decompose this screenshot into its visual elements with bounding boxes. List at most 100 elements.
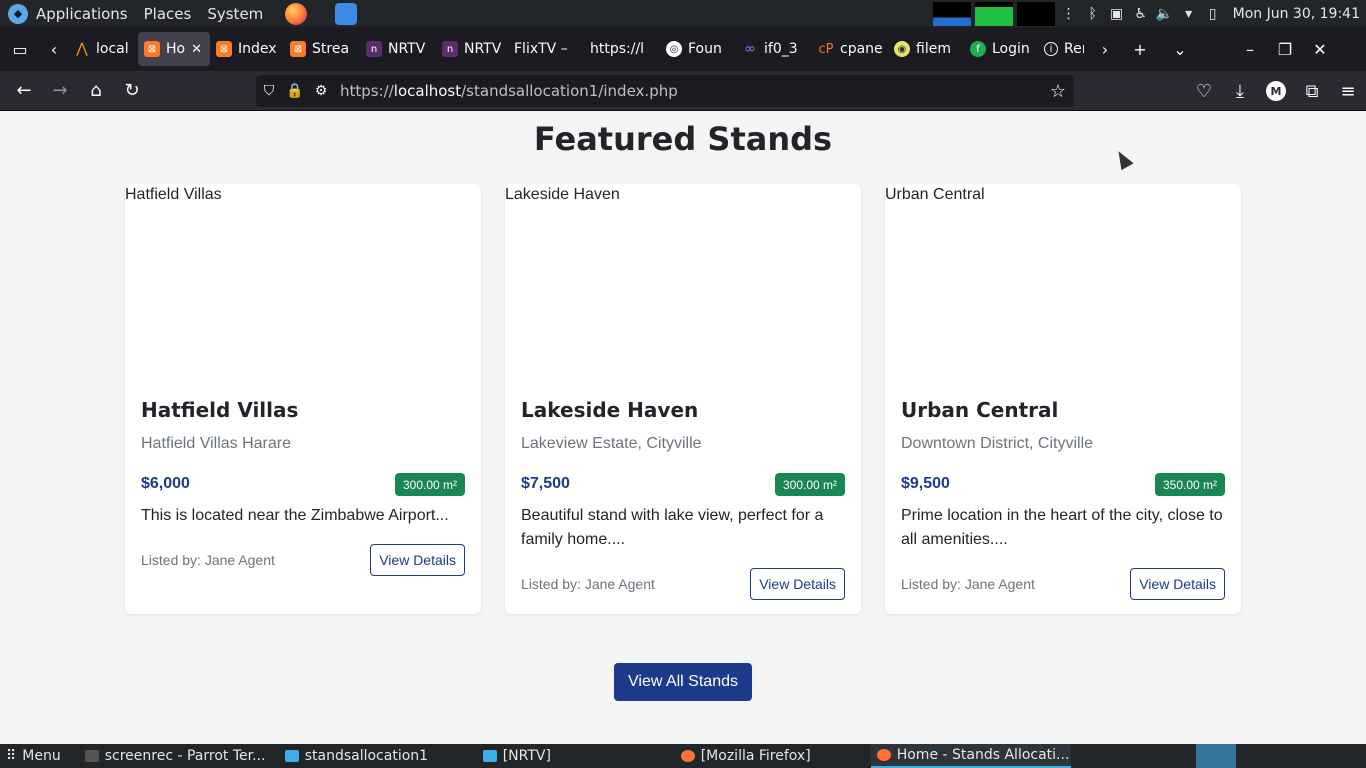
pocket-icon[interactable]: ♡	[1186, 75, 1222, 107]
permissions-icon[interactable]: ⚙	[308, 83, 334, 99]
taskbar-item-active[interactable]: Home - Stands Allocati...	[870, 744, 1071, 768]
url-prefix: https://	[340, 82, 394, 100]
terminal-icon	[84, 750, 99, 762]
tab[interactable]: ∞ if0_3	[736, 32, 812, 66]
tab[interactable]: ◎ Foun	[660, 32, 736, 66]
forward-icon[interactable]: →	[42, 75, 78, 107]
close-window-icon[interactable]: ✕	[1300, 27, 1340, 71]
browser-tab-strip: ▭ ‹ ⋀ local ⊠ Ho ✕ ⊠ Index ⊠ Strea n NRTV n NRT…	[0, 27, 1366, 71]
xampp-icon: ⊠	[216, 41, 232, 57]
firefox-launcher-icon[interactable]	[285, 2, 308, 25]
area-badge: 350.00 m²	[1154, 473, 1225, 496]
firefox-view-icon[interactable]: ▭	[0, 27, 40, 71]
xampp-icon: ⊠	[290, 41, 306, 57]
tab[interactable]: ⋀ local	[68, 32, 138, 66]
taskbar-item-label: Home - Stands Allocati...	[896, 747, 1070, 763]
listed-by: Listed by: Jane Agent	[901, 576, 1035, 592]
reload-icon[interactable]: ↻	[114, 75, 150, 107]
view-details-button[interactable]: View Details	[750, 568, 845, 600]
account-button[interactable]: M	[1258, 75, 1294, 107]
stand-image-alt: Urban Central	[885, 186, 985, 203]
cpu-graph	[932, 1, 971, 26]
battery-icon[interactable]: ▯	[1203, 4, 1223, 24]
start-menu-button[interactable]: ⠿ Menu	[0, 744, 67, 768]
tab[interactable]: ⊠ Index	[210, 32, 284, 66]
stand-image-alt: Hatfield Villas	[125, 186, 222, 203]
area-badge: 300.00 m²	[394, 473, 465, 496]
hamburger-menu-icon[interactable]: ≡	[1330, 75, 1366, 107]
taskbar-item-label: standsallocation1	[304, 748, 429, 764]
url-host: localhost	[393, 82, 462, 100]
downloads-icon[interactable]: ⤓	[1222, 75, 1258, 107]
url-bar[interactable]: ⛉ 🔒 ⚙ https://localhost/standsallocation…	[256, 75, 1074, 107]
scroll-tabs-left-icon[interactable]: ‹	[40, 27, 68, 71]
shield-icon[interactable]: ⛉	[256, 83, 282, 99]
taskbar-item-label: [Mozilla Firefox]	[700, 748, 811, 764]
taskbar-item[interactable]: standsallocation1	[279, 744, 477, 768]
menu-applications[interactable]: Applications	[28, 0, 136, 27]
taskbar-item[interactable]: [NRTV]	[477, 744, 675, 768]
taskbar-item[interactable]: screenrec - Parrot Ter...	[79, 744, 279, 768]
stand-location: Hatfield Villas Harare	[141, 435, 291, 452]
bookmark-star-icon[interactable]: ☆	[1050, 81, 1066, 102]
stand-location: Lakeview Estate, Cityville	[521, 435, 702, 452]
restore-icon[interactable]: ❐	[1270, 27, 1300, 71]
section-title: Featured Stands	[533, 120, 833, 158]
view-details-button[interactable]: View Details	[370, 544, 465, 576]
scroll-tabs-right-icon[interactable]: ›	[1090, 27, 1120, 71]
mail-launcher-icon[interactable]	[335, 2, 358, 25]
tab[interactable]: n NRTV	[436, 32, 508, 66]
stand-description: This is located near the Zimbabwe Airpor…	[141, 507, 449, 524]
network-graph	[1016, 1, 1055, 26]
list-tabs-icon[interactable]: ⌄	[1160, 27, 1200, 71]
extensions-icon[interactable]: ⧉	[1294, 75, 1330, 107]
view-all-stands-button[interactable]: View All Stands	[614, 663, 752, 701]
wifi-icon[interactable]: ▾	[1179, 4, 1199, 24]
stand-title: Hatfield Villas	[141, 398, 299, 422]
folder-icon	[284, 750, 299, 762]
close-tab-icon[interactable]: ✕	[191, 42, 202, 57]
login-icon: f	[970, 41, 986, 57]
tab[interactable]: ◉ filem	[888, 32, 964, 66]
more-icon[interactable]: ⋮	[1059, 4, 1079, 24]
home-icon[interactable]: ⌂	[78, 75, 114, 107]
stand-image-alt: Lakeside Haven	[505, 186, 620, 203]
tab[interactable]: https://l	[584, 32, 660, 66]
os-top-panel: ◆ Applications Places System ⋮ ᛒ ▣ ♿ 🔈 ▾…	[0, 0, 1366, 27]
menu-system[interactable]: System	[199, 0, 271, 27]
taskbar-item[interactable]: [Mozilla Firefox]	[675, 744, 871, 768]
screen-icon[interactable]: ▣	[1107, 4, 1127, 24]
minimize-icon[interactable]: –	[1230, 27, 1270, 71]
infinity-icon: ∞	[744, 41, 756, 57]
workspace-indicator[interactable]	[1196, 744, 1236, 768]
stand-card: Lakeside Haven Lakeside Haven Lakeview E…	[505, 184, 861, 614]
browser-nav-bar: ← → ⌂ ↻ ⛉ 🔒 ⚙ https://localhost/standsal…	[0, 71, 1366, 111]
grid-icon: ⠿	[6, 748, 17, 764]
stand-card: Hatfield Villas Hatfield Villas Hatfield…	[125, 184, 481, 614]
lock-icon[interactable]: 🔒	[282, 83, 308, 99]
menu-places[interactable]: Places	[136, 0, 200, 27]
tab[interactable]: n NRTV	[360, 32, 436, 66]
view-details-button[interactable]: View Details	[1130, 568, 1225, 600]
accessibility-icon[interactable]: ♿	[1131, 4, 1151, 24]
tab-active[interactable]: ⊠ Ho ✕	[138, 32, 210, 66]
tab[interactable]: ⊠ Strea	[284, 32, 360, 66]
page-content: Featured Stands Hatfield Villas Hatfield…	[0, 112, 1366, 744]
back-icon[interactable]: ←	[6, 75, 42, 107]
tab[interactable]: cP cpane	[812, 32, 888, 66]
url-text[interactable]: https://localhost/standsallocation1/inde…	[340, 82, 678, 100]
new-tab-icon[interactable]: +	[1120, 27, 1160, 71]
xampp-icon: ⊠	[144, 41, 160, 57]
tab[interactable]: FlixTV –	[508, 32, 584, 66]
stand-title: Urban Central	[901, 398, 1059, 422]
filemanager-icon: ◉	[894, 41, 910, 57]
card-footer: Listed by: Jane Agent View Details	[521, 568, 845, 600]
parrot-logo-icon[interactable]: ◆	[8, 3, 28, 24]
stand-price: $7,500	[521, 475, 570, 492]
tab[interactable]: f Login	[964, 32, 1038, 66]
bluetooth-icon[interactable]: ᛒ	[1083, 4, 1103, 24]
start-menu-label: Menu	[22, 748, 61, 764]
tab[interactable]: iRem	[1038, 32, 1090, 66]
volume-icon[interactable]: 🔈	[1155, 4, 1175, 24]
clock[interactable]: Mon Jun 30, 19:41	[1233, 6, 1360, 22]
